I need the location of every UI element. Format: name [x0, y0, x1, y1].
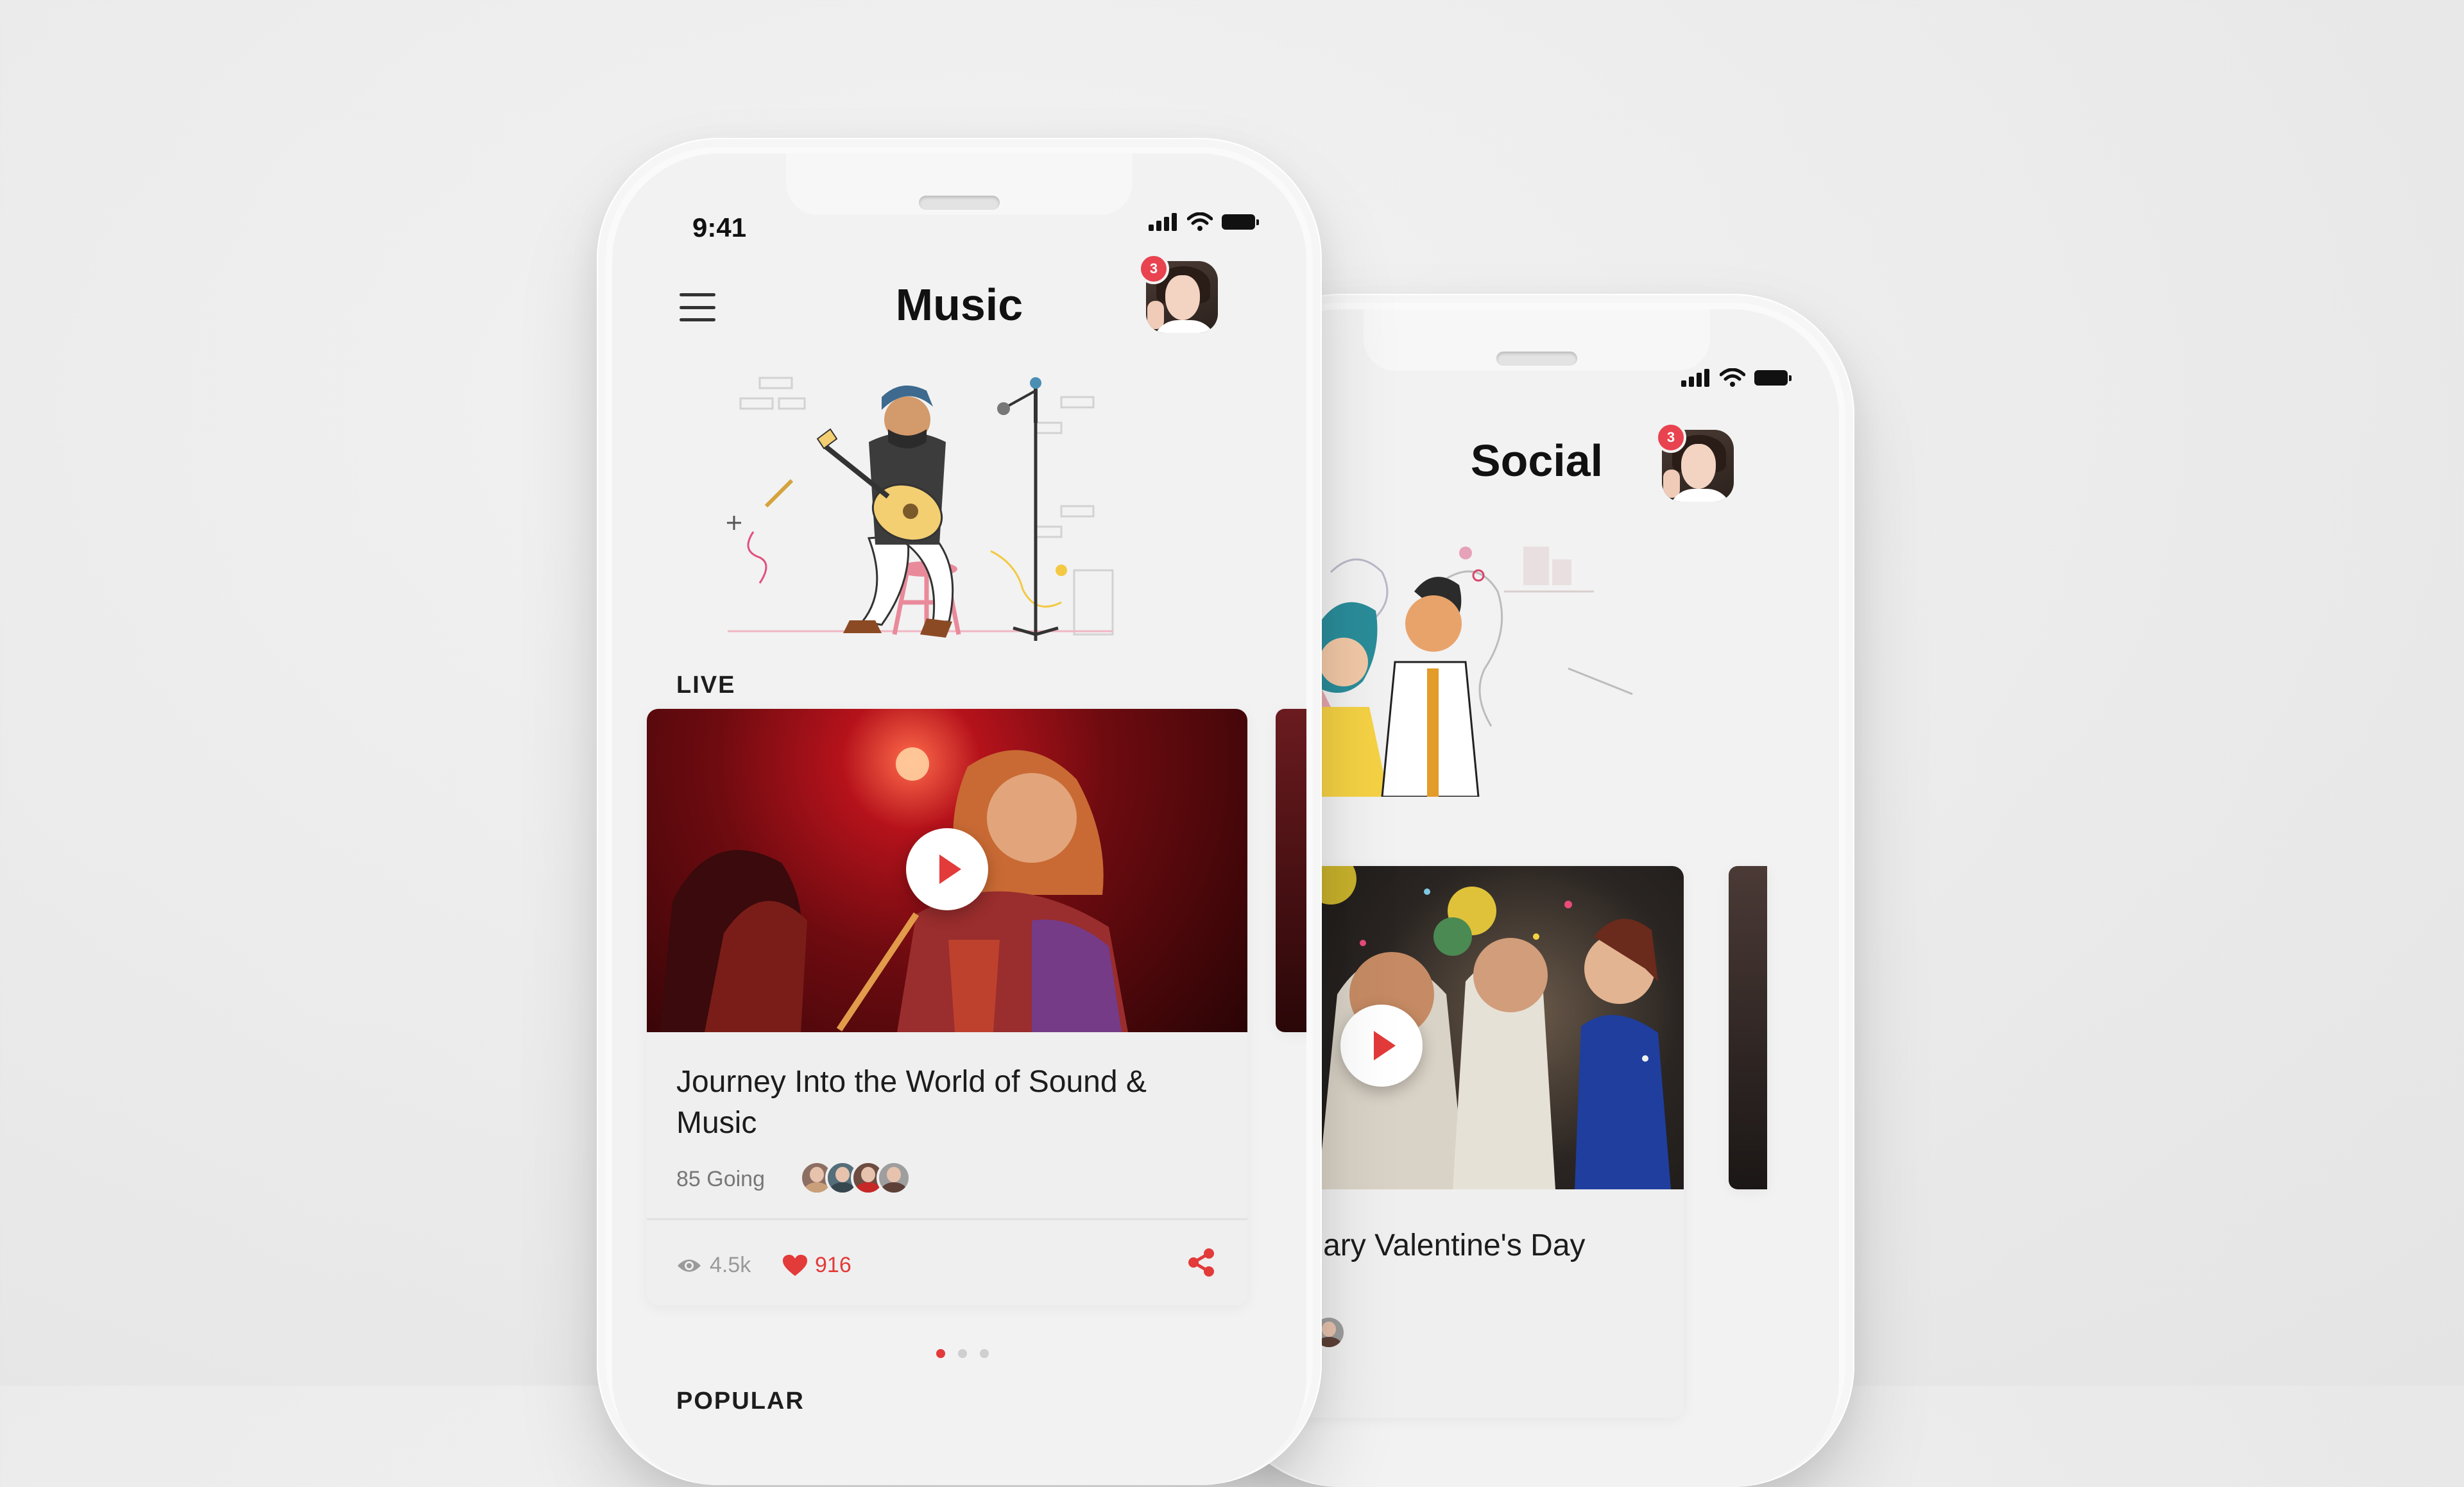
wifi-icon	[1187, 212, 1213, 231]
next-card-peek[interactable]	[1276, 709, 1306, 1032]
status-bar-icons	[1149, 212, 1259, 232]
carousel-dot[interactable]	[958, 1349, 967, 1358]
heart-icon	[783, 1254, 807, 1276]
social-screen: Social 3 xtrodinary Valentine's Day	[1235, 309, 1839, 1487]
next-card-peek[interactable]	[1729, 866, 1767, 1189]
carousel-dots	[936, 1349, 989, 1358]
section-live-label: LIVE	[676, 672, 736, 699]
battery-icon	[1222, 214, 1259, 230]
attendee-avatars	[800, 1160, 911, 1195]
share-icon[interactable]	[1187, 1248, 1215, 1277]
carousel-dot[interactable]	[936, 1349, 945, 1358]
going-count: 85 Going	[676, 1167, 765, 1191]
signal-icon	[1681, 369, 1709, 387]
carousel-dot[interactable]	[980, 1349, 989, 1358]
play-button[interactable]	[906, 828, 988, 910]
card-divider	[647, 1218, 1247, 1220]
speaker	[1496, 352, 1577, 366]
likes-stat[interactable]: 916	[783, 1253, 851, 1278]
live-event-card[interactable]: Journey Into the World of Sound & Music …	[647, 709, 1247, 1305]
speaker	[919, 196, 1000, 210]
attendee-avatar	[877, 1160, 911, 1195]
wifi-icon	[1720, 368, 1745, 387]
play-button[interactable]	[1340, 1005, 1423, 1087]
likes-count: 916	[815, 1253, 851, 1277]
battery-icon	[1754, 370, 1792, 386]
music-screen: 9:41 Music 3 LIVE Journey Into the World…	[612, 153, 1306, 1485]
musician-illustration	[727, 377, 1114, 641]
section-popular-label: POPULAR	[676, 1388, 805, 1415]
page-title: Social	[1470, 436, 1604, 486]
event-title: Journey Into the World of Sound & Music	[676, 1065, 1147, 1140]
notification-badge: 3	[1656, 422, 1686, 453]
notification-badge: 3	[1138, 253, 1169, 284]
views-stat: 4.5k	[676, 1253, 751, 1278]
status-bar-icons	[1681, 368, 1792, 387]
signal-icon	[1149, 213, 1177, 231]
phone-music: 9:41 Music 3 LIVE Journey Into the World…	[597, 138, 1322, 1485]
eye-icon	[678, 1259, 701, 1271]
views-count: 4.5k	[710, 1253, 751, 1277]
status-time: 9:41	[692, 212, 747, 242]
